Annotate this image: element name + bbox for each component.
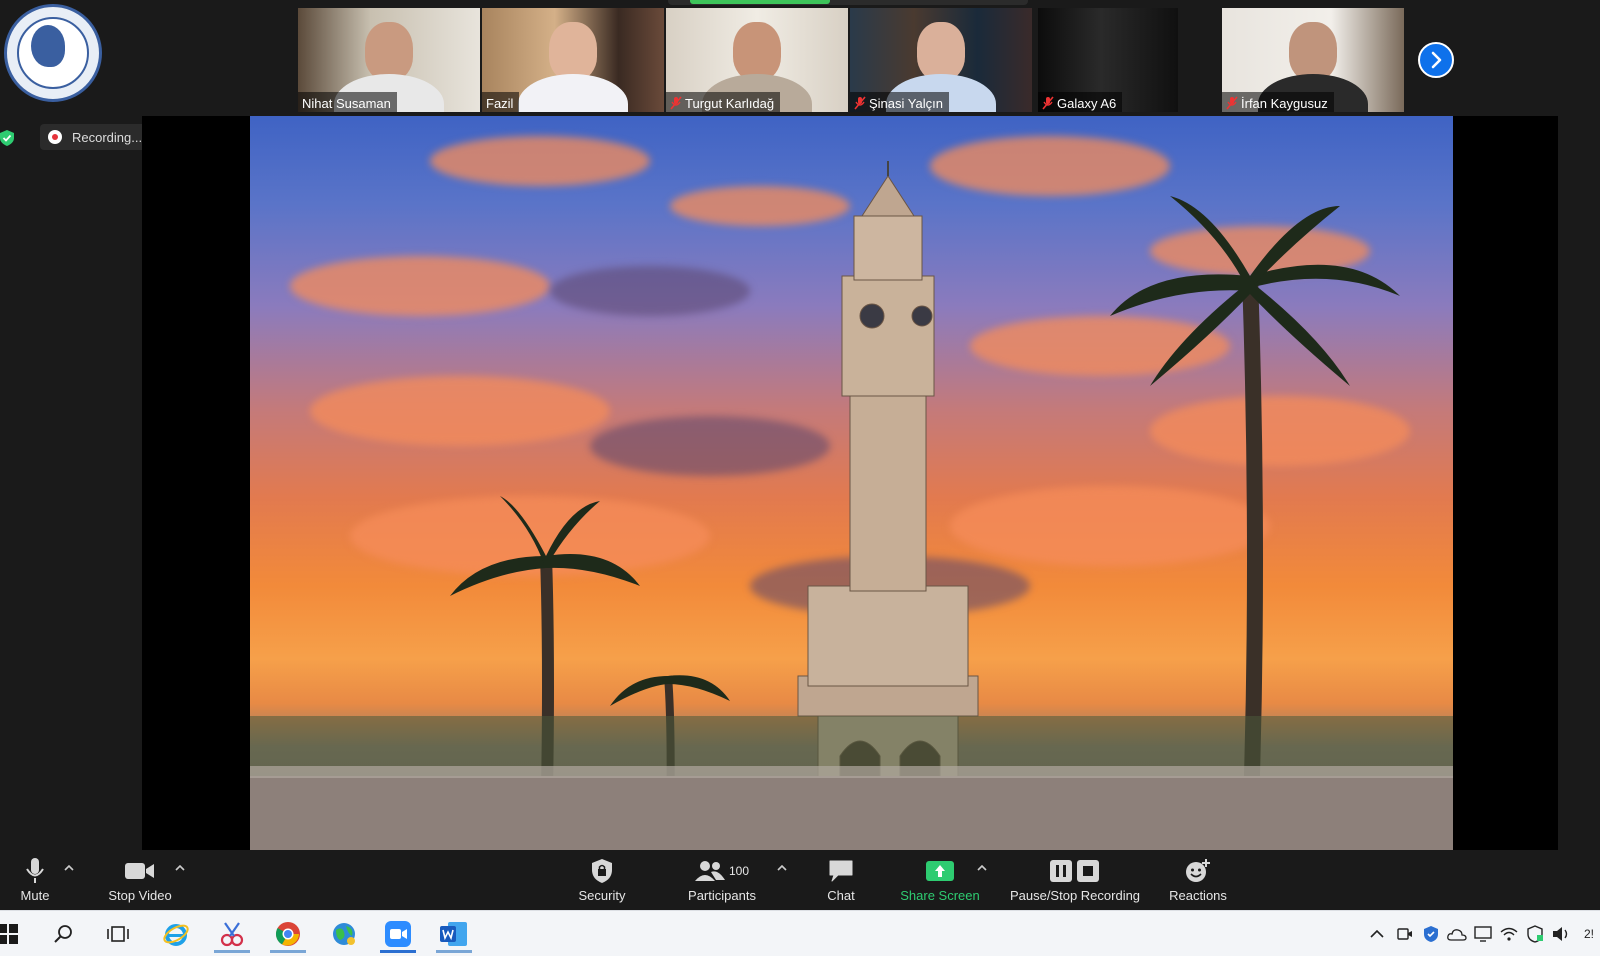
- microphone-icon: [26, 858, 44, 883]
- tray-defender[interactable]: [1420, 921, 1442, 947]
- record-dot-icon: [48, 130, 62, 144]
- share-indicator: [668, 0, 1028, 5]
- shared-screen-image: [250, 116, 1453, 850]
- participants-count: 100: [728, 864, 750, 878]
- encryption-shield-icon: [0, 130, 14, 146]
- participant-tile[interactable]: İrfan Kaygusuz: [1222, 8, 1404, 112]
- speaker-icon: [1553, 927, 1568, 941]
- chrome-button[interactable]: [266, 915, 310, 953]
- share-options-caret[interactable]: [976, 862, 988, 874]
- participant-tile[interactable]: Turgut Karlıdağ: [666, 8, 848, 112]
- chevron-up-icon: [977, 865, 987, 871]
- tray-network[interactable]: [1498, 921, 1520, 947]
- tray-security[interactable]: [1524, 921, 1546, 947]
- participant-name: Fazil: [482, 92, 520, 112]
- chat-button[interactable]: Chat: [816, 856, 866, 908]
- mute-button[interactable]: Mute: [12, 856, 58, 908]
- internet-explorer-icon: [163, 924, 189, 946]
- video-options-caret[interactable]: [174, 862, 186, 874]
- zoom-icon: [385, 921, 411, 947]
- emoji-reaction-icon: [1186, 859, 1210, 882]
- camera-tray-icon: [1397, 928, 1412, 940]
- pause-stop-recording-button[interactable]: Pause/Stop Recording: [1006, 856, 1144, 908]
- globe-app-icon: [333, 923, 355, 945]
- meeting-toolbar: Mute Stop Video Security 100 Participant…: [0, 850, 1600, 910]
- mic-muted-icon: [854, 96, 866, 110]
- mic-muted-icon: [1042, 96, 1054, 110]
- search-icon: [54, 925, 72, 943]
- participant-tile[interactable]: Şinasi Yalçın: [850, 8, 1032, 112]
- tray-onedrive[interactable]: [1446, 921, 1468, 947]
- globe-app-button[interactable]: [322, 915, 366, 953]
- society-logo-icon: [4, 4, 102, 102]
- share-screen-icon: [926, 861, 954, 881]
- tray-meet-now[interactable]: [1394, 921, 1416, 947]
- security-tray-icon: [1527, 925, 1543, 943]
- clock[interactable]: 2!: [1578, 921, 1600, 947]
- participant-name: İrfan Kaygusuz: [1222, 92, 1334, 112]
- show-hidden-icons-button[interactable]: [1366, 921, 1388, 947]
- zoom-meeting-window: Nihat Susaman Fazil Turgut Karlıdağ Şina…: [0, 0, 1600, 956]
- zoom-button[interactable]: [376, 915, 420, 953]
- participant-tile[interactable]: Galaxy A6: [1038, 8, 1178, 112]
- mic-muted-icon: [1226, 96, 1238, 110]
- snipping-tool-icon: [220, 922, 244, 947]
- task-view-icon: [107, 926, 129, 942]
- chrome-icon: [275, 922, 300, 946]
- mic-muted-icon: [670, 96, 682, 110]
- recording-status[interactable]: Recording...: [40, 124, 150, 150]
- reactions-button[interactable]: Reactions: [1166, 856, 1230, 908]
- chat-bubble-icon: [829, 860, 853, 882]
- search-button[interactable]: [42, 915, 86, 953]
- participants-icon: [694, 861, 725, 881]
- shield-icon: [592, 859, 612, 883]
- task-view-button[interactable]: [96, 915, 140, 953]
- word-icon: [440, 922, 467, 946]
- cloud-icon: [1447, 929, 1467, 941]
- word-button[interactable]: [432, 915, 476, 953]
- chevron-up-icon: [175, 865, 185, 871]
- participant-name: Galaxy A6: [1038, 92, 1123, 112]
- participant-name: Turgut Karlıdağ: [666, 92, 781, 112]
- snipping-tool-button[interactable]: [210, 915, 254, 953]
- next-page-button[interactable]: [1418, 42, 1454, 78]
- pause-stop-recording-icon: [1050, 860, 1099, 882]
- start-button[interactable]: [0, 915, 30, 953]
- chevron-up-icon: [64, 865, 74, 871]
- chevron-right-icon: [1431, 51, 1442, 69]
- tray-display[interactable]: [1472, 921, 1494, 947]
- share-screen-button[interactable]: Share Screen: [898, 856, 982, 908]
- wifi-icon: [1500, 927, 1518, 941]
- recording-label: Recording...: [72, 129, 143, 145]
- start-icon: [0, 924, 18, 944]
- chevron-up-icon: [1370, 930, 1384, 938]
- internet-explorer-button[interactable]: [154, 915, 198, 953]
- participant-tile[interactable]: Nihat Susaman: [298, 8, 480, 112]
- windows-taskbar: 2!: [0, 910, 1600, 956]
- participants-button[interactable]: 100 Participants: [684, 856, 760, 908]
- participant-name: Nihat Susaman: [298, 92, 397, 112]
- tray-volume[interactable]: [1550, 921, 1572, 947]
- participant-strip: Nihat Susaman Fazil Turgut Karlıdağ Şina…: [0, 0, 1600, 116]
- monitor-icon: [1474, 926, 1492, 942]
- security-button[interactable]: Security: [572, 856, 632, 908]
- stop-video-button[interactable]: Stop Video: [100, 856, 180, 908]
- video-camera-icon: [125, 863, 154, 879]
- participants-options-caret[interactable]: [776, 862, 788, 874]
- audio-options-caret[interactable]: [63, 862, 75, 874]
- chevron-up-icon: [777, 865, 787, 871]
- participant-name: Şinasi Yalçın: [850, 92, 949, 112]
- shield-tray-icon: [1424, 926, 1438, 942]
- participant-tile[interactable]: Fazil: [482, 8, 664, 112]
